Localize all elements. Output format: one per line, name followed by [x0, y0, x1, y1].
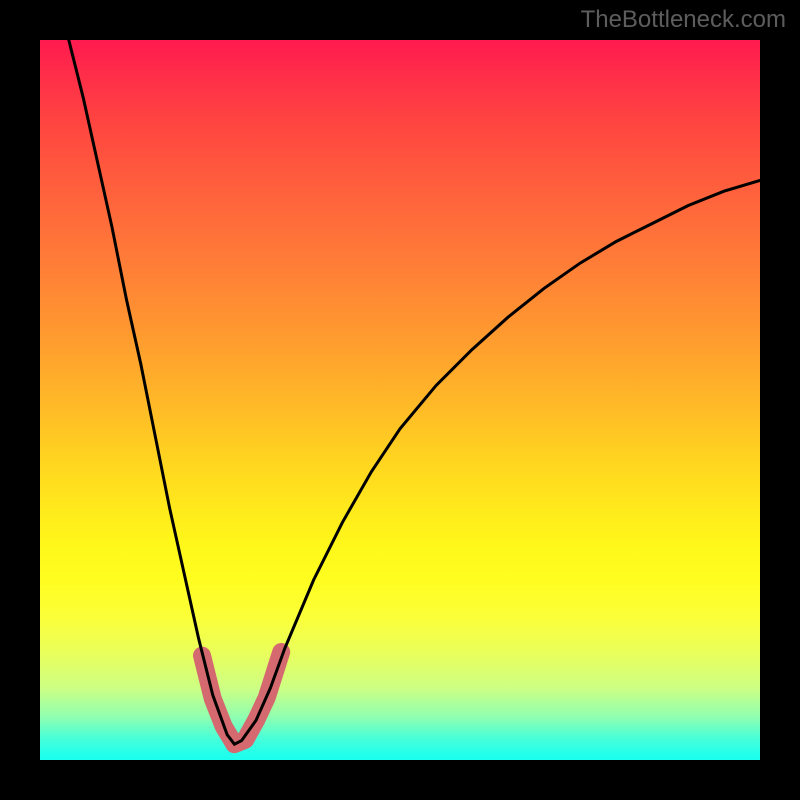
watermark-text: TheBottleneck.com — [581, 6, 786, 34]
plot-area — [40, 40, 760, 760]
bottleneck-curve — [69, 40, 760, 744]
curve-layer — [40, 40, 760, 760]
chart-container: TheBottleneck.com — [0, 0, 800, 800]
